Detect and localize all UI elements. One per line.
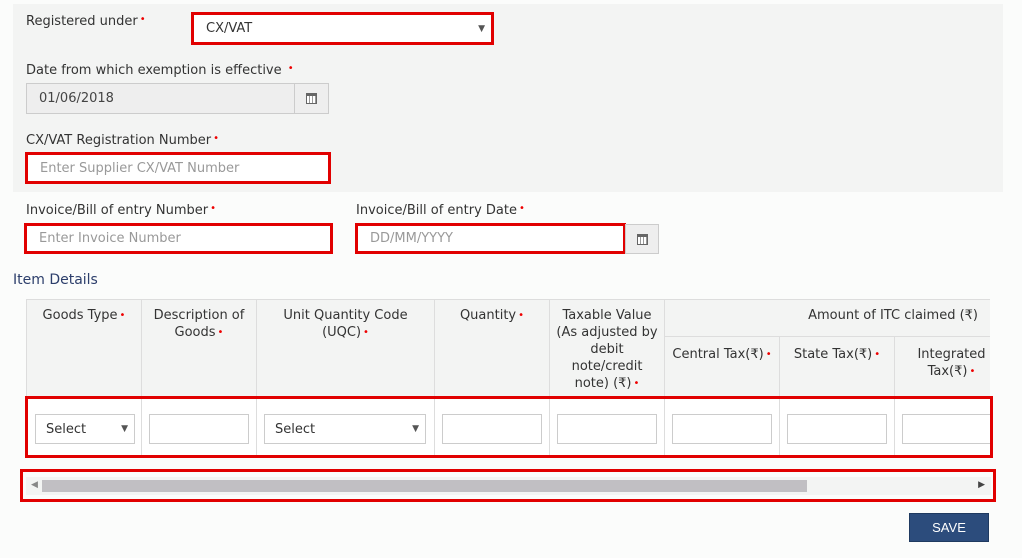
required-marker: • xyxy=(518,203,525,214)
header-central-tax: Central Tax(₹) • xyxy=(665,337,780,398)
registration-number-label: CX/VAT Registration Number • xyxy=(26,133,220,148)
header-quantity: Quantity • xyxy=(435,299,550,398)
registered-under-label: Registered under • xyxy=(26,14,146,29)
invoice-number-label: Invoice/Bill of entry Number • xyxy=(26,203,217,218)
required-marker: • xyxy=(210,203,217,214)
exemption-date-label: Date from which exemption is effective • xyxy=(26,63,294,78)
header-goods-type: Goods Type • xyxy=(26,299,142,398)
scrollbar-thumb[interactable] xyxy=(42,480,807,492)
header-itc-group: Amount of ITC claimed (₹) xyxy=(665,299,990,337)
scroll-right-icon[interactable]: ▶ xyxy=(978,480,985,490)
invoice-date-calendar-button[interactable] xyxy=(625,224,659,254)
header-taxable-value: Taxable Value (As adjusted by debit note… xyxy=(550,299,665,398)
invoice-date-placeholder: DD/MM/YYYY xyxy=(370,231,453,246)
registration-number-input[interactable]: Enter Supplier CX/VAT Number xyxy=(28,155,328,181)
exemption-date-input: 01/06/2018 xyxy=(26,83,295,114)
exemption-date-value: 01/06/2018 xyxy=(39,91,114,106)
invoice-date-label: Invoice/Bill of entry Date • xyxy=(356,203,525,218)
item-details-title: Item Details xyxy=(13,272,98,288)
registration-number-placeholder: Enter Supplier CX/VAT Number xyxy=(40,160,240,176)
invoice-date-input[interactable]: DD/MM/YYYY xyxy=(358,226,623,251)
registered-under-select[interactable]: CX/VAT ▼ xyxy=(194,15,491,42)
header-state-tax: State Tax(₹) • xyxy=(780,337,895,398)
calendar-icon xyxy=(636,233,648,245)
scroll-left-icon[interactable]: ◀ xyxy=(31,480,38,490)
header-description: Description of Goods • xyxy=(142,299,257,398)
highlight-box xyxy=(25,396,993,458)
invoice-number-placeholder: Enter Invoice Number xyxy=(39,231,181,246)
registered-under-value: CX/VAT xyxy=(206,21,253,36)
required-marker: • xyxy=(287,63,294,74)
required-marker: • xyxy=(139,14,146,25)
calendar-icon xyxy=(306,93,317,104)
chevron-down-icon: ▼ xyxy=(478,23,485,34)
save-button[interactable]: SAVE xyxy=(909,513,989,542)
required-marker: • xyxy=(213,133,220,144)
header-integrated-tax: Integrated Tax(₹) • xyxy=(895,337,990,398)
invoice-number-input[interactable]: Enter Invoice Number xyxy=(27,226,330,251)
header-uqc: Unit Quantity Code (UQC) • xyxy=(257,299,435,398)
exemption-date-calendar-button[interactable] xyxy=(294,83,329,114)
horizontal-scrollbar[interactable]: ◀ ▶ xyxy=(26,477,991,495)
